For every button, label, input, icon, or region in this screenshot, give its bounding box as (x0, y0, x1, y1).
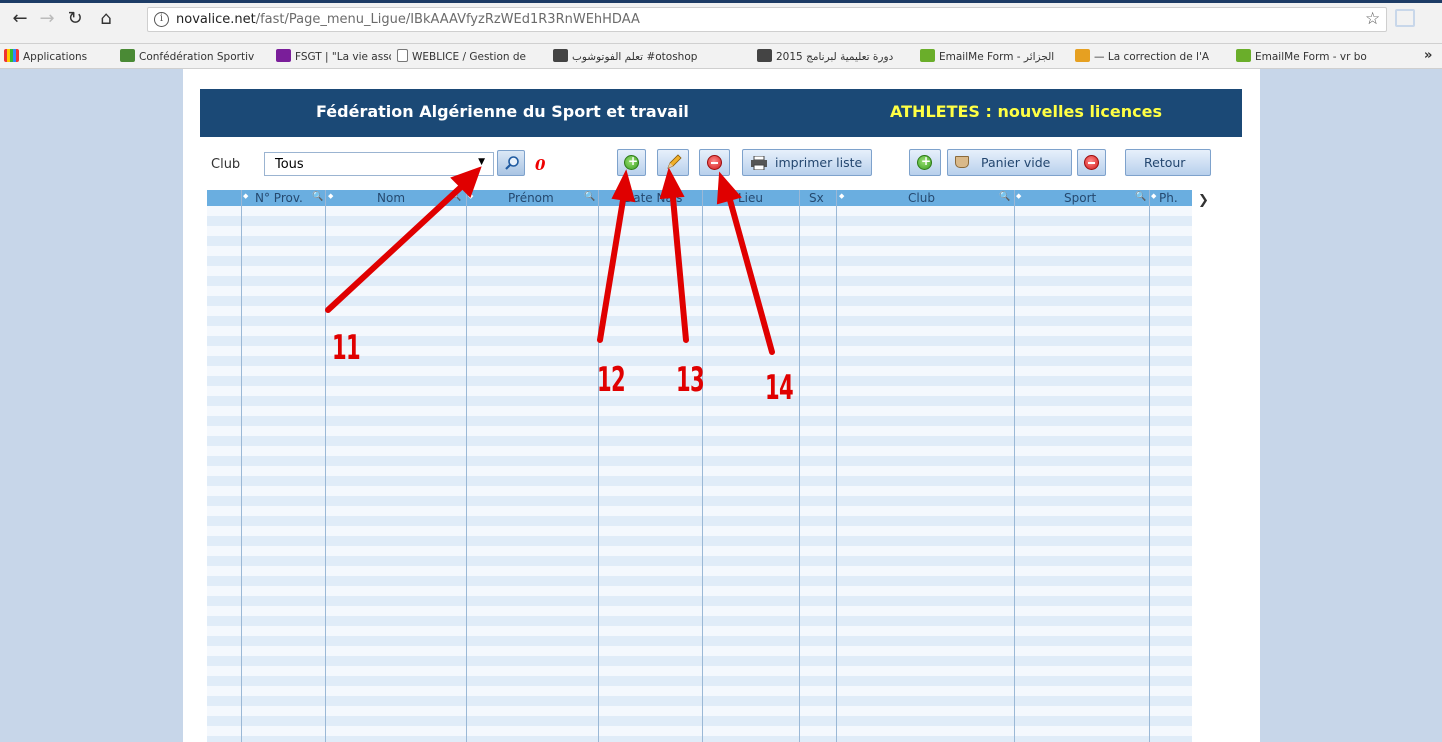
arrow-13-head (659, 167, 685, 200)
arrow-12-head (611, 169, 636, 203)
annotation-label-12: 12 (597, 360, 626, 400)
annotation-arrows (325, 166, 775, 355)
arrow-13 (670, 195, 689, 343)
annotation-label-11: 11 (332, 328, 361, 368)
annotation-label-13: 13 (676, 360, 705, 400)
arrow-14 (727, 197, 775, 355)
arrow-12 (597, 197, 626, 343)
annotation-label-14: 14 (765, 368, 794, 408)
arrow-11 (325, 185, 463, 313)
arrow-14-head (716, 171, 742, 205)
